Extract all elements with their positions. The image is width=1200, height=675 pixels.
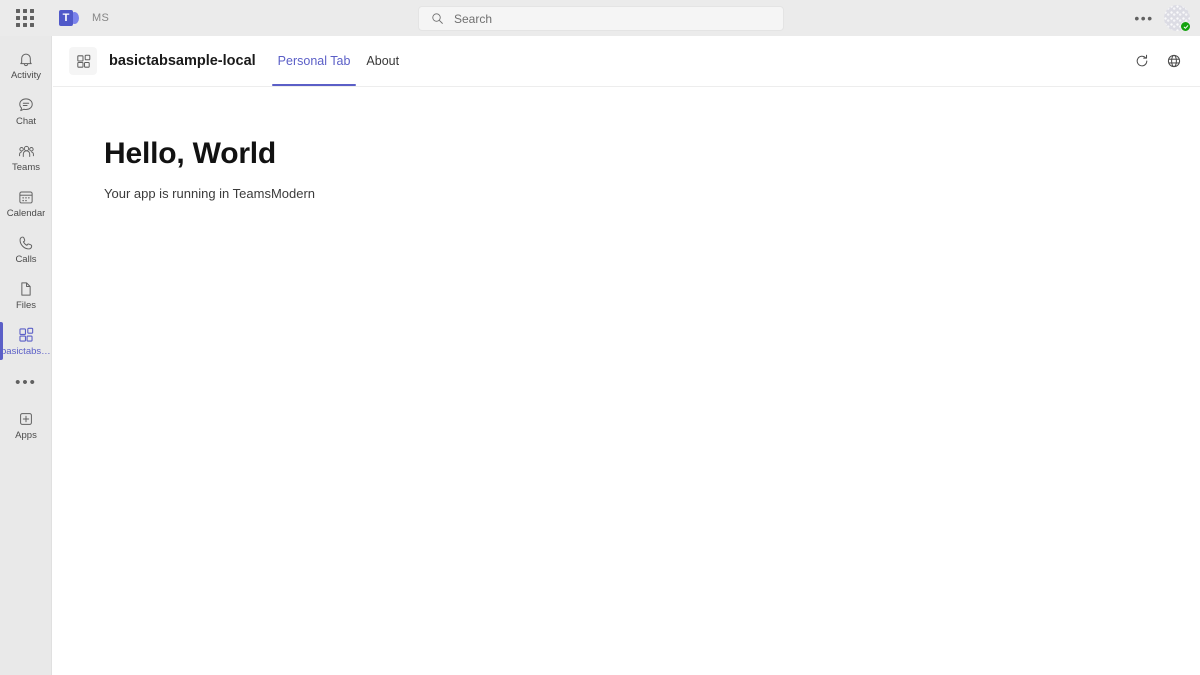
globe-icon[interactable] — [1162, 49, 1186, 73]
tab-content-area: Hello, World Your app is running in Team… — [53, 87, 1200, 675]
grid-apps-icon[interactable] — [13, 6, 37, 30]
search-bar[interactable] — [418, 6, 784, 31]
bell-icon — [17, 50, 35, 69]
waffle-dot — [16, 23, 20, 27]
calendar-icon — [17, 188, 35, 207]
teams-logo-letter: T — [62, 11, 70, 24]
people-icon — [17, 142, 36, 161]
top-bar: T MS ••• — [0, 0, 1200, 36]
waffle-dot — [23, 23, 27, 27]
sidebar-item-basictabsample[interactable]: basictabsa... — [0, 318, 52, 364]
waffle-dot — [30, 9, 34, 13]
waffle-dot — [23, 16, 27, 20]
waffle-dot — [16, 9, 20, 13]
status-badge — [1180, 21, 1191, 32]
page-title: basictabsample-local — [109, 53, 256, 69]
waffle-dot — [30, 23, 34, 27]
more-horizontal-icon[interactable]: ••• — [1130, 4, 1158, 32]
refresh-icon[interactable] — [1130, 49, 1154, 73]
org-label: MS — [92, 12, 110, 24]
tab-about[interactable]: About — [358, 36, 407, 86]
search-input[interactable] — [454, 11, 754, 26]
sidebar-item-calls[interactable]: Calls — [0, 226, 52, 272]
waffle-dot — [23, 9, 27, 13]
sidebar-item-chat[interactable]: Chat — [0, 88, 52, 134]
top-bar-right: ••• — [1130, 0, 1194, 36]
avatar[interactable] — [1164, 5, 1191, 32]
sidebar-item-activity[interactable]: Activity — [0, 42, 52, 88]
apps-plus-icon — [17, 410, 35, 429]
search-box[interactable] — [418, 6, 784, 31]
waffle-dot — [30, 16, 34, 20]
app-blocks-icon — [69, 47, 97, 75]
app-tabs: Personal Tab About — [270, 36, 407, 86]
search-icon — [431, 12, 444, 25]
sidebar-item-calendar[interactable]: Calendar — [0, 180, 52, 226]
teams-logo-icon[interactable]: T — [59, 9, 79, 28]
app-blocks-icon — [17, 326, 35, 345]
sidebar-more-button[interactable]: ••• — [0, 364, 52, 402]
tab-label: About — [366, 54, 400, 68]
tab-personal-tab[interactable]: Personal Tab — [270, 36, 359, 86]
file-icon — [17, 280, 35, 299]
sidebar-item-apps[interactable]: Apps — [0, 402, 52, 448]
sidebar-item-label: basictabsa... — [1, 346, 51, 357]
sidebar-item-label: Files — [15, 300, 37, 311]
sidebar-item-label: Chat — [15, 116, 37, 127]
more-horizontal-icon: ••• — [15, 374, 37, 391]
chat-bubble-icon — [17, 96, 35, 115]
left-rail: Activity Chat Teams Calendar Calls Files… — [0, 36, 52, 675]
sidebar-item-label: Calls — [15, 254, 37, 265]
teams-window: T MS ••• — [0, 0, 1200, 675]
tab-label: Personal Tab — [277, 54, 351, 68]
content-subtitle: Your app is running in TeamsModern — [104, 186, 316, 201]
sidebar-item-label: Apps — [15, 430, 37, 441]
sidebar-item-label: Calendar — [6, 208, 46, 219]
app-header-actions — [1130, 49, 1186, 73]
phone-icon — [17, 234, 35, 253]
sidebar-item-teams[interactable]: Teams — [0, 134, 52, 180]
sidebar-item-label: Teams — [12, 162, 40, 173]
waffle-dot — [16, 16, 20, 20]
sidebar-item-label: Activity — [10, 70, 42, 81]
app-header: basictabsample-local Personal Tab About — [53, 36, 1200, 87]
content-heading: Hello, World — [104, 137, 277, 170]
sidebar-item-files[interactable]: Files — [0, 272, 52, 318]
